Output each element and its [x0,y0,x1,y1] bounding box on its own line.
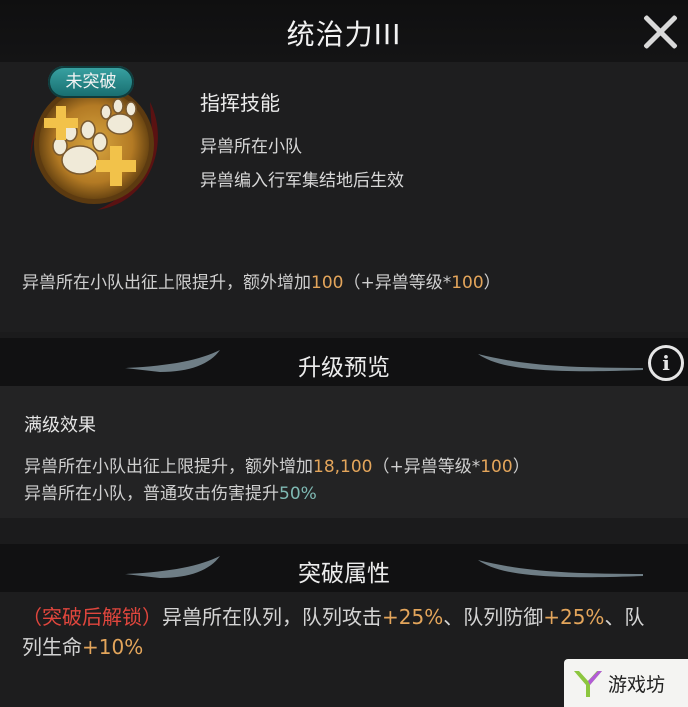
skill-effect: 异兽所在小队出征上限提升，额外增加100（+异兽等级*100） [22,273,501,293]
max-effect-line-2: 异兽所在小队，普通攻击伤害提升50% [24,484,317,504]
skill-type: 指挥技能 [200,91,280,115]
skill-condition-1: 异兽所在小队 [200,137,302,157]
page-title: 统治力III [286,18,402,51]
right-swoosh-icon [478,354,643,372]
right-swoosh-icon [478,560,643,578]
close-icon[interactable] [640,12,680,52]
watermark-text: 游戏坊 [608,674,666,696]
upgrade-preview-header: 升级预览 i [0,338,688,386]
max-effect-line-1: 异兽所在小队出征上限提升，额外增加18,100（+异兽等级*100） [24,457,530,477]
max-level-label: 满级效果 [24,415,96,436]
skill-condition-2: 异兽编入行军集结地后生效 [200,171,404,191]
watermark: 游戏坊 [564,659,688,707]
watermark-logo-icon [574,671,602,697]
title-bar: 统治力III [0,0,688,62]
not-broken-badge: 未突破 [48,66,134,98]
breakthrough-header: 突破属性 [0,544,688,592]
info-icon[interactable]: i [648,345,684,381]
breakthrough-attributes: （突破后解锁）异兽所在队列，队列攻击+25%、队列防御+25%、队列生命+10% [22,605,645,659]
